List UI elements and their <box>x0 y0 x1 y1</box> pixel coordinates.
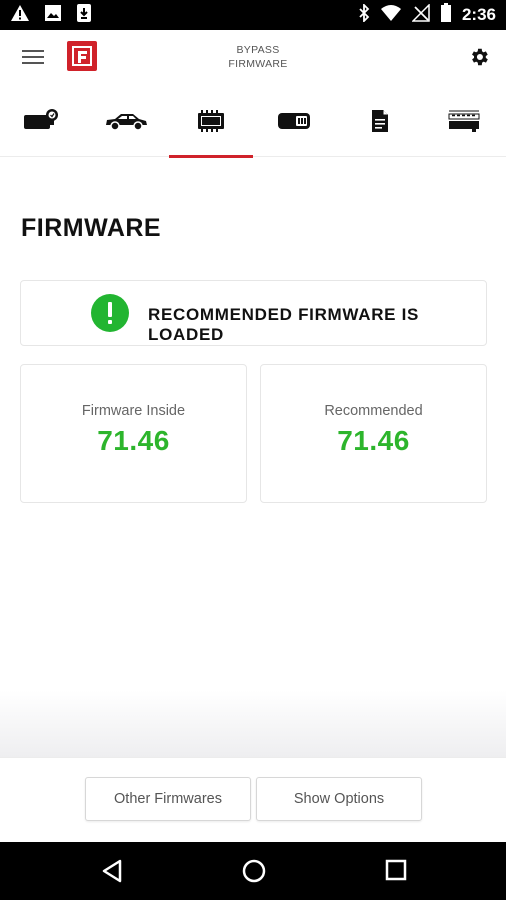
app-logo <box>67 41 97 71</box>
firmware-status-card: RECOMMENDED FIRMWARE IS LOADED <box>20 280 487 346</box>
status-right-icons: 2:36 <box>358 2 496 28</box>
home-button[interactable] <box>241 858 267 884</box>
car-icon <box>106 114 147 131</box>
app-title-line2: FIRMWARE <box>228 58 288 70</box>
bottom-action-bar: Other Firmwares Show Options <box>0 757 506 842</box>
tab-firmware[interactable] <box>169 85 253 158</box>
status-bar: 2:36 <box>0 0 506 30</box>
settings-icon <box>472 48 488 66</box>
no-signal-icon <box>411 2 430 27</box>
menu-button[interactable] <box>22 46 48 68</box>
icon-tab-bar <box>0 85 506 158</box>
app-title-line1: BYPASS <box>236 44 280 56</box>
firmware-inside-value: 71.46 <box>97 425 170 456</box>
module-icon <box>24 109 58 129</box>
wifi-icon <box>380 4 402 27</box>
back-button[interactable] <box>100 858 126 884</box>
chip-icon <box>198 110 224 132</box>
tab-battery[interactable] <box>253 85 337 157</box>
recents-icon <box>385 859 407 881</box>
recommended-label: Recommended <box>324 403 423 419</box>
back-icon <box>102 859 122 883</box>
bluetooth-icon <box>358 2 370 27</box>
device-icon <box>448 110 480 132</box>
firmware-inside-label: Firmware Inside <box>81 403 186 419</box>
status-left-icons <box>10 3 92 28</box>
menu-icon <box>22 50 44 52</box>
tab-module[interactable] <box>0 85 84 157</box>
page-title: FIRMWARE <box>21 214 162 242</box>
document-icon <box>372 110 388 132</box>
alert-success-icon <box>91 294 129 332</box>
app-bar: BYPASS FIRMWARE <box>0 30 506 85</box>
image-icon <box>44 4 62 27</box>
other-firmwares-button[interactable]: Other Firmwares <box>85 777 251 821</box>
tab-vehicle[interactable] <box>84 85 168 157</box>
download-icon <box>76 3 92 28</box>
recommended-value: 71.46 <box>337 425 410 456</box>
settings-button[interactable] <box>468 46 490 68</box>
battery-icon <box>440 2 452 28</box>
show-options-button[interactable]: Show Options <box>256 777 422 821</box>
firmware-inside-card: Firmware Inside 71.46 <box>20 364 247 503</box>
page-title-header: BYPASS FIRMWARE <box>200 43 316 71</box>
scroll-fade <box>0 690 506 758</box>
warning-icon <box>10 4 30 27</box>
firmware-status-message: RECOMMENDED FIRMWARE IS LOADED <box>148 305 420 344</box>
status-time: 2:36 <box>461 5 496 24</box>
recommended-card: Recommended 71.46 <box>260 364 487 503</box>
recents-button[interactable] <box>384 858 410 884</box>
battery-module-icon <box>278 113 310 129</box>
tab-device[interactable] <box>422 85 506 157</box>
home-icon <box>242 859 266 883</box>
tab-document[interactable] <box>338 85 422 157</box>
system-nav-bar <box>0 842 506 900</box>
